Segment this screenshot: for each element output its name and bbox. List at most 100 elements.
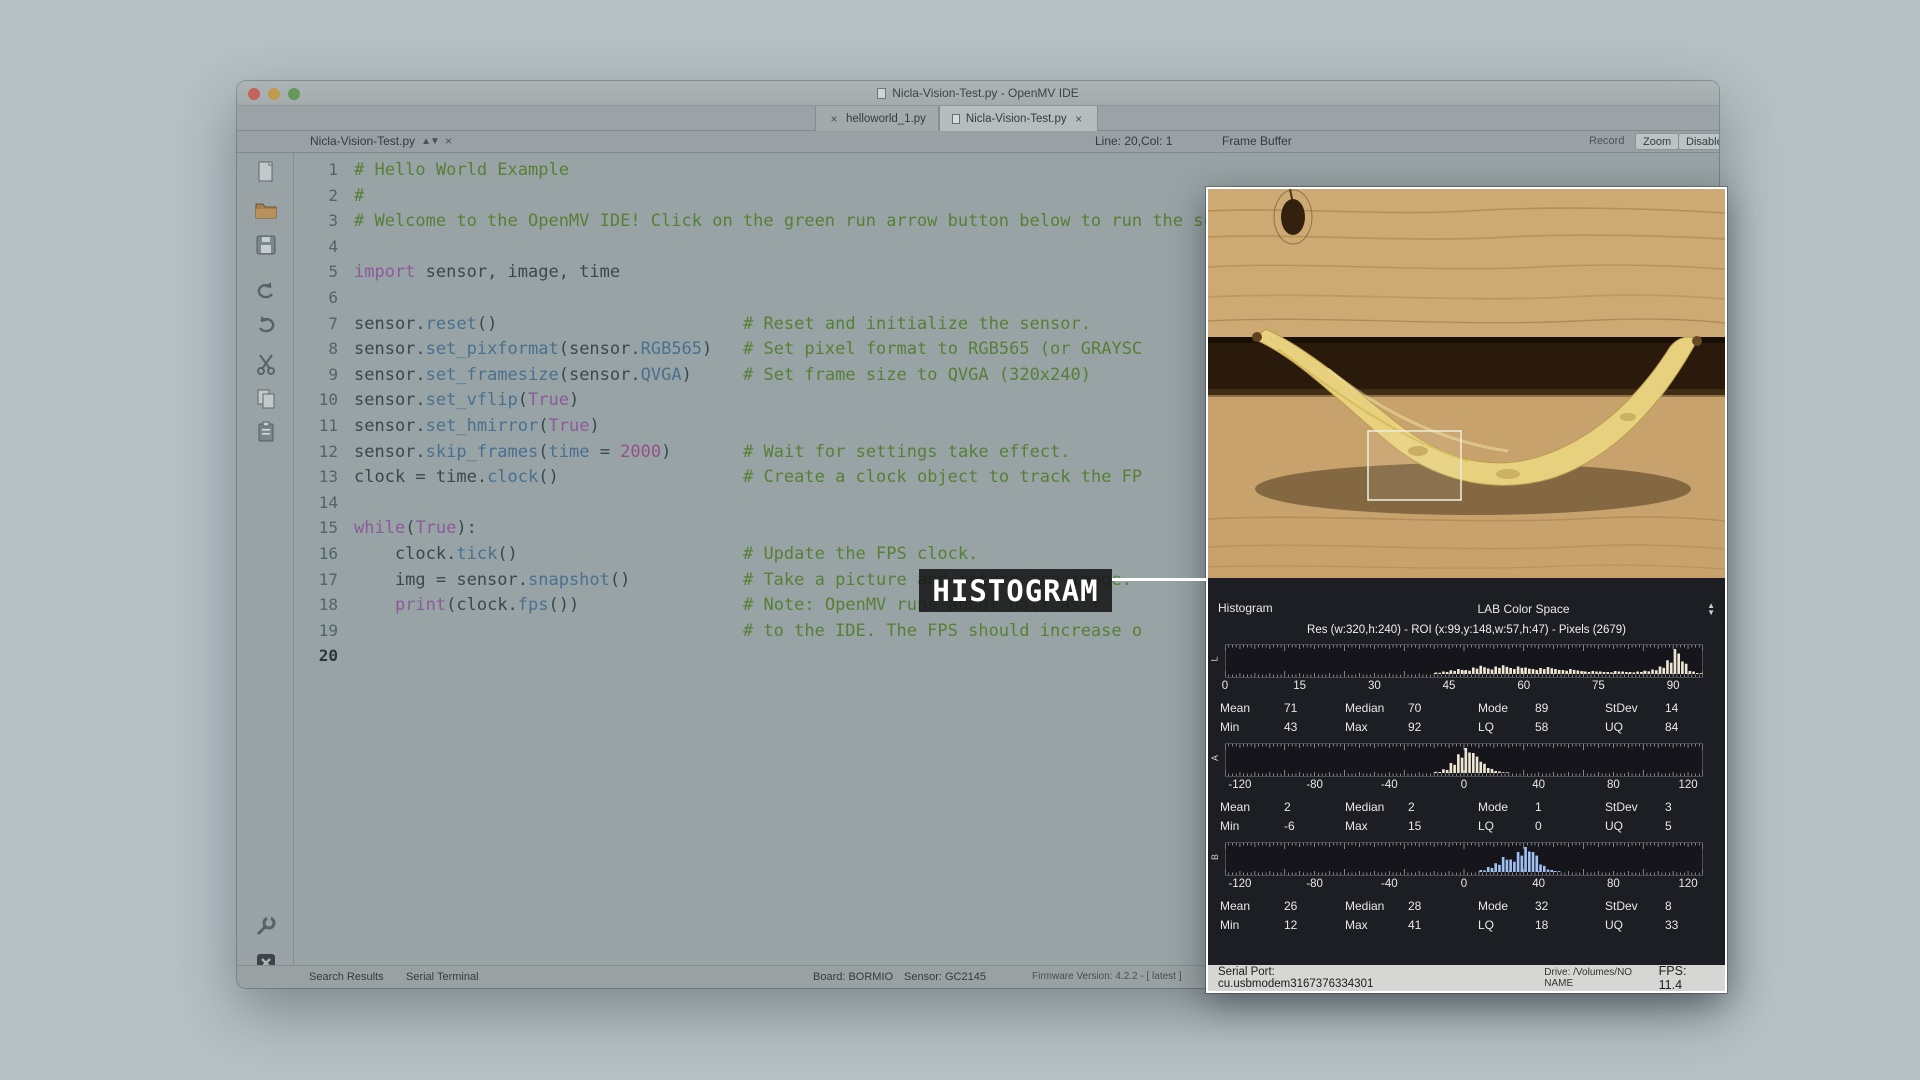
- l-stats: Mean71Median70Mode89StDev14Min43Max92LQ5…: [1208, 701, 1725, 735]
- connect-icon[interactable]: [254, 914, 278, 938]
- stat-label: Min: [1220, 720, 1284, 735]
- axis-tick-label: 40: [1532, 878, 1545, 890]
- axis-tick-label: -80: [1306, 878, 1323, 890]
- side-toolbar: [237, 153, 294, 965]
- histogram-channel-l: L 0153045607590 Mean71Median70Mode89StDe…: [1208, 644, 1725, 735]
- frame-buffer-label: Frame Buffer: [1222, 134, 1292, 148]
- stat-label: Mean: [1220, 899, 1284, 914]
- line-number: 8: [294, 336, 338, 362]
- open-folder-icon[interactable]: [254, 198, 278, 222]
- colorspace-dropdown[interactable]: LAB Color Space ▲▼: [1328, 600, 1719, 618]
- histogram-annotation-label: HISTOGRAM: [919, 569, 1112, 612]
- stat-label: Max: [1345, 819, 1408, 834]
- disable-button[interactable]: Disable: [1678, 133, 1719, 150]
- b-stats: Mean26Median28Mode32StDev8Min12Max41LQ18…: [1208, 899, 1725, 933]
- paste-icon[interactable]: [254, 420, 278, 444]
- cut-icon[interactable]: [254, 352, 278, 376]
- stat-value: 18: [1535, 918, 1605, 933]
- stat-value: 0: [1535, 819, 1605, 834]
- frame-buffer-view[interactable]: [1208, 189, 1725, 578]
- device-status-bar: Serial Port: cu.usbmodem3167376334301 Dr…: [1208, 965, 1725, 991]
- axis-tick-label: 75: [1592, 680, 1605, 692]
- axis-tick-label: 120: [1678, 878, 1697, 890]
- stat-label: UQ: [1605, 918, 1665, 933]
- axis-tick-label: 0: [1461, 779, 1467, 791]
- code-line[interactable]: 1# Hello World Example: [294, 157, 1719, 183]
- axis-tick-label: 45: [1443, 680, 1456, 692]
- tab-nicla-vision-test[interactable]: Nicla-Vision-Test.py ×: [939, 106, 1098, 131]
- stat-value: 43: [1284, 720, 1345, 735]
- stat-value: 32: [1535, 899, 1605, 914]
- file-icon: [952, 114, 960, 124]
- line-number: 12: [294, 439, 338, 465]
- stat-label: Mode: [1478, 701, 1535, 716]
- redo-icon[interactable]: [254, 313, 278, 337]
- new-file-icon[interactable]: [254, 160, 278, 184]
- fps-indicator: FPS: 11.4: [1659, 964, 1711, 992]
- traffic-lights: [248, 88, 300, 100]
- record-button[interactable]: Record: [1582, 133, 1631, 150]
- histogram-panel-title: Histogram: [1218, 601, 1273, 615]
- window-title: Nicla-Vision-Test.py - OpenMV IDE: [877, 86, 1079, 100]
- stat-label: LQ: [1478, 819, 1535, 834]
- close-file-icon[interactable]: ×: [445, 134, 452, 148]
- zoom-button[interactable]: Zoom: [1635, 133, 1679, 150]
- axis-tick-label: 60: [1517, 680, 1530, 692]
- window-titlebar[interactable]: Nicla-Vision-Test.py - OpenMV IDE: [237, 81, 1719, 106]
- stat-value: 70: [1408, 701, 1478, 716]
- close-tab-icon[interactable]: ×: [828, 112, 840, 126]
- line-number: 13: [294, 464, 338, 490]
- axis-tick-label: -120: [1228, 779, 1251, 791]
- line-number: 15: [294, 515, 338, 541]
- firmware-status: Firmware Version: 4.2.2 - [ latest ]: [1032, 971, 1182, 982]
- stat-label: Min: [1220, 819, 1284, 834]
- close-window-button[interactable]: [248, 88, 260, 100]
- stat-value: 71: [1284, 701, 1345, 716]
- tab-strip: × helloworld_1.py Nicla-Vision-Test.py ×: [237, 106, 1719, 131]
- search-results-toggle[interactable]: Search Results: [309, 971, 384, 983]
- line-number: 19: [294, 618, 338, 644]
- axis-tick-label: -120: [1228, 878, 1251, 890]
- line-number: 16: [294, 541, 338, 567]
- stat-value: 1: [1535, 800, 1605, 815]
- stat-value: 33: [1665, 918, 1725, 933]
- undo-icon[interactable]: [254, 279, 278, 303]
- line-number: 10: [294, 387, 338, 413]
- line-number: 17: [294, 567, 338, 593]
- stat-label: UQ: [1605, 819, 1665, 834]
- minimize-window-button[interactable]: [268, 88, 280, 100]
- line-number: 4: [294, 234, 338, 260]
- tab-helloworld[interactable]: × helloworld_1.py: [815, 106, 939, 131]
- stat-label: UQ: [1605, 720, 1665, 735]
- banana-camera-image: [1208, 189, 1725, 578]
- a-axis-labels: -120-80-4004080120: [1225, 779, 1703, 794]
- save-icon[interactable]: [254, 233, 278, 257]
- board-status: Board: BORMIO: [813, 971, 893, 983]
- copy-icon[interactable]: [254, 387, 278, 411]
- open-file-selector[interactable]: Nicla-Vision-Test.py ▲▼ ×: [310, 134, 452, 148]
- serial-port-info: Serial Port: cu.usbmodem3167376334301: [1218, 966, 1424, 990]
- line-number: 5: [294, 259, 338, 285]
- stat-label: Mode: [1478, 800, 1535, 815]
- axis-tick-label: 40: [1532, 779, 1545, 791]
- axis-tick-label: -80: [1306, 779, 1323, 791]
- close-tab-icon[interactable]: ×: [1073, 112, 1085, 126]
- roi-selection-rect[interactable]: [1368, 431, 1461, 500]
- stat-label: Mode: [1478, 899, 1535, 914]
- line-number: 18: [294, 592, 338, 618]
- serial-terminal-toggle[interactable]: Serial Terminal: [406, 971, 479, 983]
- axis-tick-label: 80: [1607, 779, 1620, 791]
- axis-tick-label: 0: [1461, 878, 1467, 890]
- document-icon: [877, 88, 886, 99]
- stat-value: 89: [1535, 701, 1605, 716]
- zoom-window-button[interactable]: [288, 88, 300, 100]
- stat-value: 3: [1665, 800, 1725, 815]
- axis-tick-label: 120: [1678, 779, 1697, 791]
- l-axis-labels: 0153045607590: [1225, 680, 1703, 695]
- line-number: 2: [294, 183, 338, 209]
- stat-label: Mean: [1220, 701, 1284, 716]
- line-number: 6: [294, 285, 338, 311]
- line-number: 9: [294, 362, 338, 388]
- stat-value: 8: [1665, 899, 1725, 914]
- stat-label: Median: [1345, 701, 1408, 716]
